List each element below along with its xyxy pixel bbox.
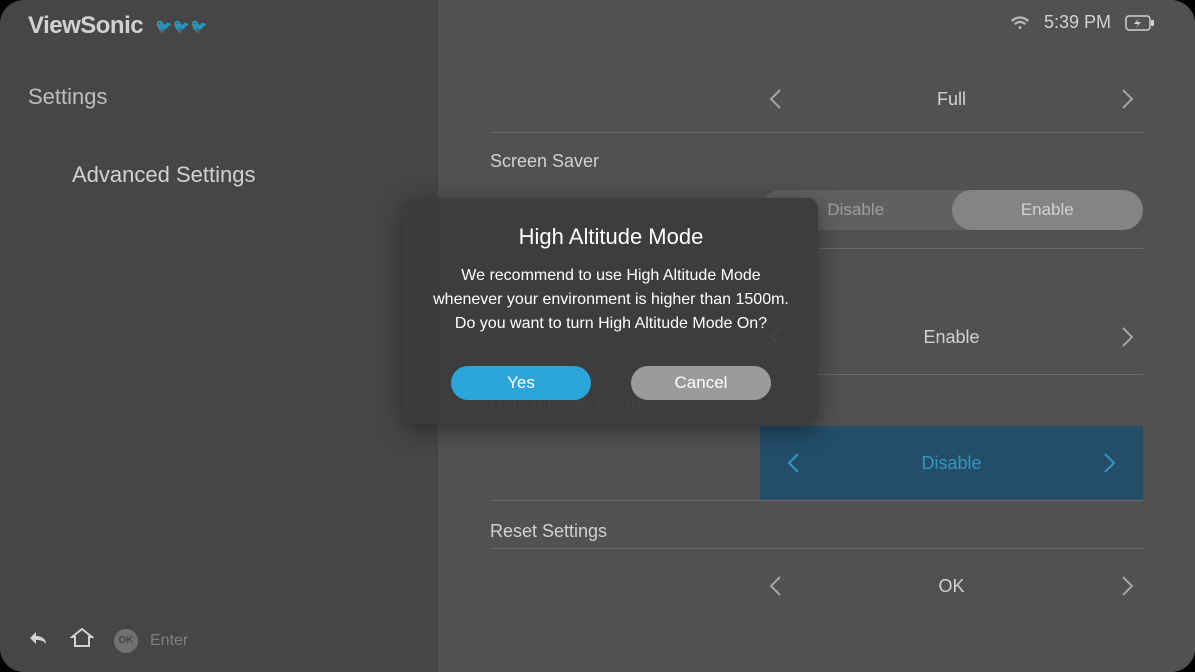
modal-yes-button[interactable]: Yes	[451, 366, 591, 400]
modal-title: High Altitude Mode	[428, 224, 794, 250]
modal-text: We recommend to use High Altitude Mode w…	[428, 264, 794, 336]
screen: ViewSonic 🐦🐦🐦 Settings Advanced Settings…	[0, 0, 1195, 672]
modal-cancel-button[interactable]: Cancel	[631, 366, 771, 400]
modal-buttons: Yes Cancel	[428, 366, 794, 400]
high-altitude-modal: High Altitude Mode We recommend to use H…	[404, 198, 818, 424]
